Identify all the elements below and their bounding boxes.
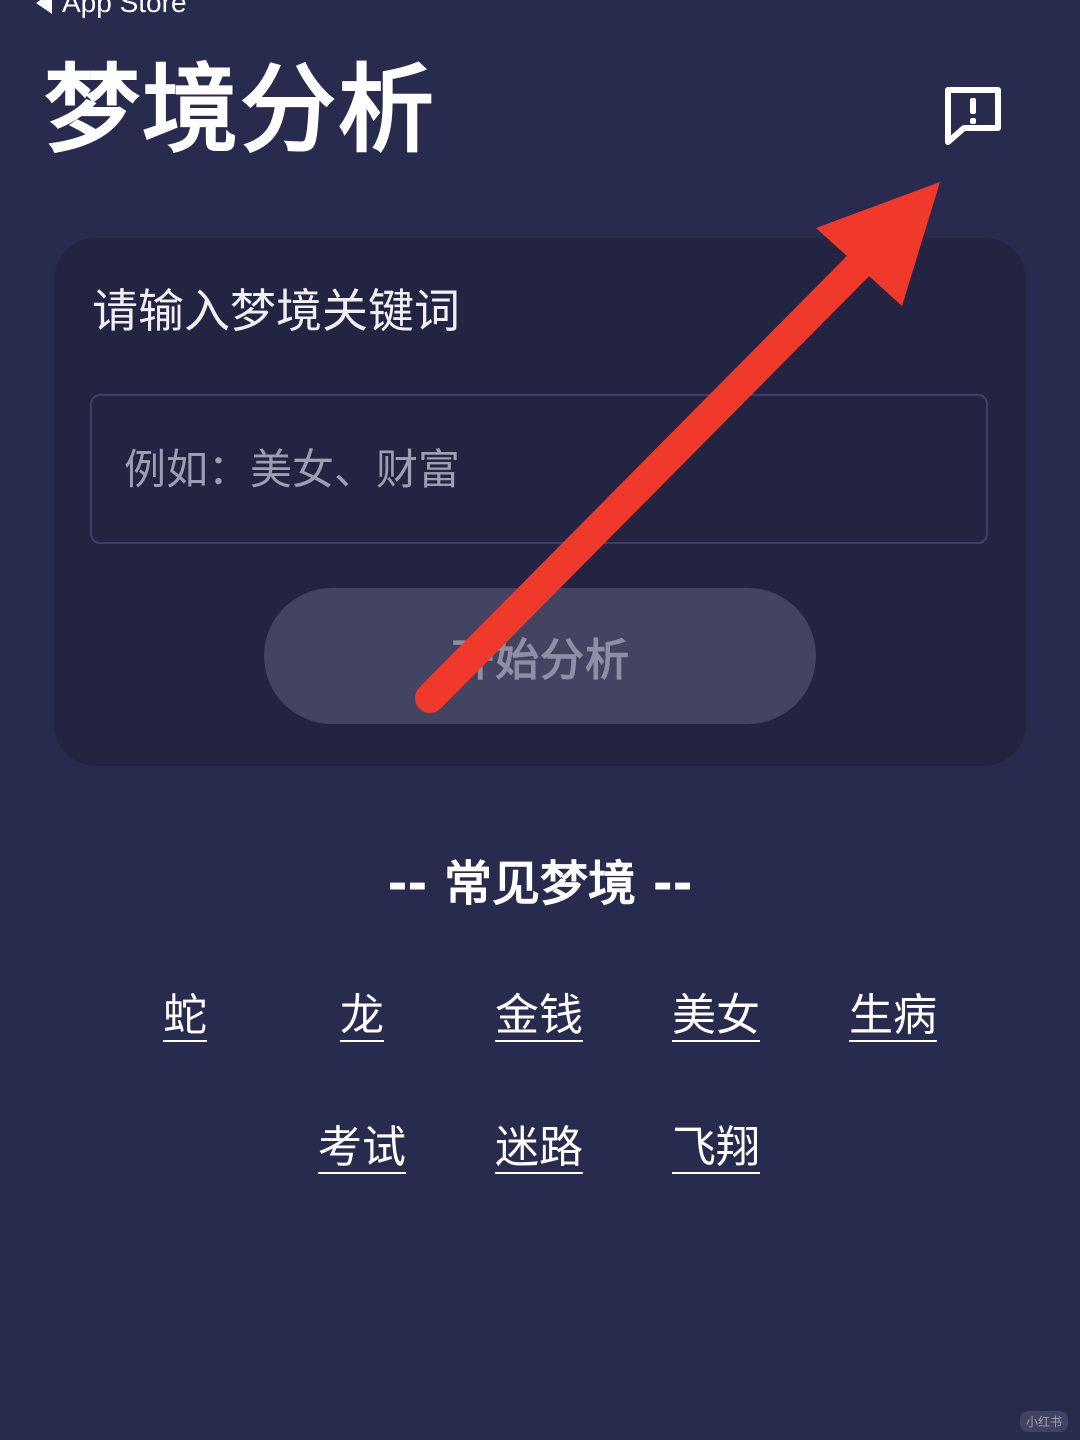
dream-link-snake[interactable]: 蛇 bbox=[95, 990, 275, 1043]
common-dreams-heading: -- 常见梦境 -- bbox=[387, 856, 693, 912]
page-title: 梦境分析 bbox=[44, 54, 436, 166]
dream-link-exam[interactable]: 考试 bbox=[272, 1122, 452, 1175]
dream-link-lost[interactable]: 迷路 bbox=[449, 1122, 629, 1175]
dream-link-illness[interactable]: 生病 bbox=[803, 990, 983, 1043]
start-analysis-button[interactable]: 开始分析 bbox=[264, 588, 816, 724]
dream-link-dragon[interactable]: 龙 bbox=[272, 990, 452, 1043]
dream-link-beauty[interactable]: 美女 bbox=[626, 990, 806, 1043]
back-label: App Store bbox=[62, 0, 187, 18]
search-card: 请输入梦境关键词 开始分析 bbox=[54, 238, 1026, 766]
watermark-logo: 小红书 bbox=[1019, 1411, 1068, 1432]
dream-keyword-input[interactable] bbox=[90, 394, 988, 544]
search-card-label: 请输入梦境关键词 bbox=[92, 284, 460, 338]
app-store-back-link[interactable]: App Store bbox=[36, 0, 187, 20]
feedback-icon bbox=[945, 87, 1001, 145]
feedback-button[interactable] bbox=[938, 80, 1008, 150]
back-triangle-icon bbox=[36, 0, 52, 14]
dream-link-money[interactable]: 金钱 bbox=[449, 990, 629, 1043]
dream-link-flying[interactable]: 飞翔 bbox=[626, 1122, 806, 1175]
